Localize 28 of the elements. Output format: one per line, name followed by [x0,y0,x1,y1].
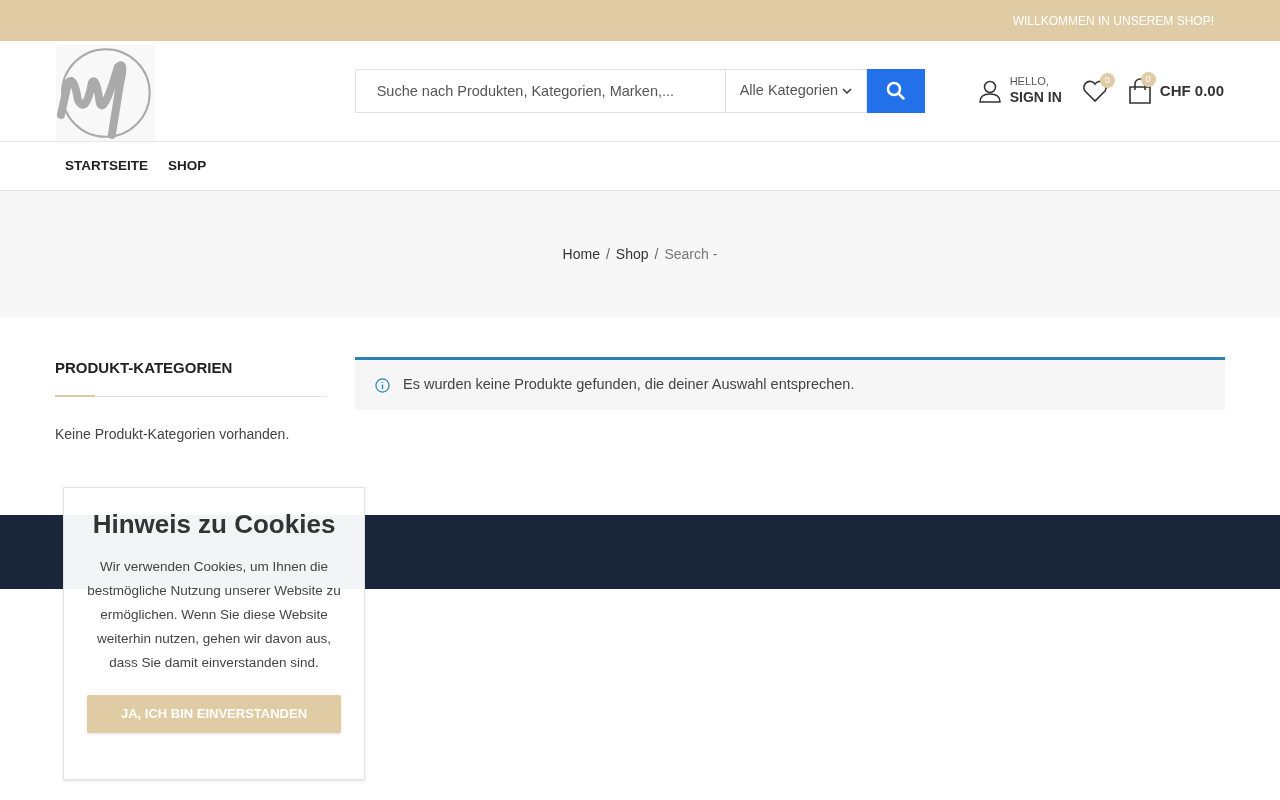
nav-link[interactable]: STARTSEITE [65,155,148,177]
cart-total[interactable]: CHF 0.00 [1159,79,1224,103]
logo-icon [56,45,156,141]
heart-icon[interactable] [1081,79,1108,103]
breadcrumb-separator: / [654,245,659,264]
breadcrumb-current: Search - [664,245,718,264]
cookie-text: Wir verwenden Cookies, um Ihnen die bestmögliche Nutzung unserer Website zu ermöglichen. Wenn Sie diese Website weiterhin nutzen, gehen wir davon aus, dass Sie damit einverstanden sind. [86,557,342,672]
breadcrumb-link[interactable]: Home [562,244,600,265]
user-icon [977,79,1002,103]
greeting-text: HELLO, [1009,75,1050,90]
category-dropdown[interactable]: Alle Kategorien [725,69,867,113]
cookie-title: Hinweis zu Cookies [92,508,336,541]
wishlist-count: 0 [1099,73,1115,88]
search-field[interactable]: Suche nach Produkten, Kategorien, Marken,... [354,69,726,113]
sign-in-link[interactable]: SIGN IN [1009,89,1062,107]
search-icon [885,81,906,101]
shopping-bag-icon[interactable] [1126,78,1153,104]
nav-link[interactable]: SHOP [168,155,207,177]
breadcrumb-link[interactable]: Shop [615,244,649,265]
notice-text: Es wurden keine Produkte gefunden, die deiner Auswahl entsprechen. [403,375,855,395]
welcome-text: WILLKOMMEN IN UNSEREM SHOP! [1012,12,1214,30]
info-icon [375,377,390,393]
breadcrumb-separator: / [605,245,610,264]
cart-count: 0 [1140,72,1156,87]
chevron-down-icon [842,86,852,96]
sidebar-title: PRODUKT-KATEGORIEN [55,358,234,378]
search-button[interactable] [866,69,925,113]
sidebar-text: Keine Produkt-Kategorien vorhanden. [55,424,291,444]
